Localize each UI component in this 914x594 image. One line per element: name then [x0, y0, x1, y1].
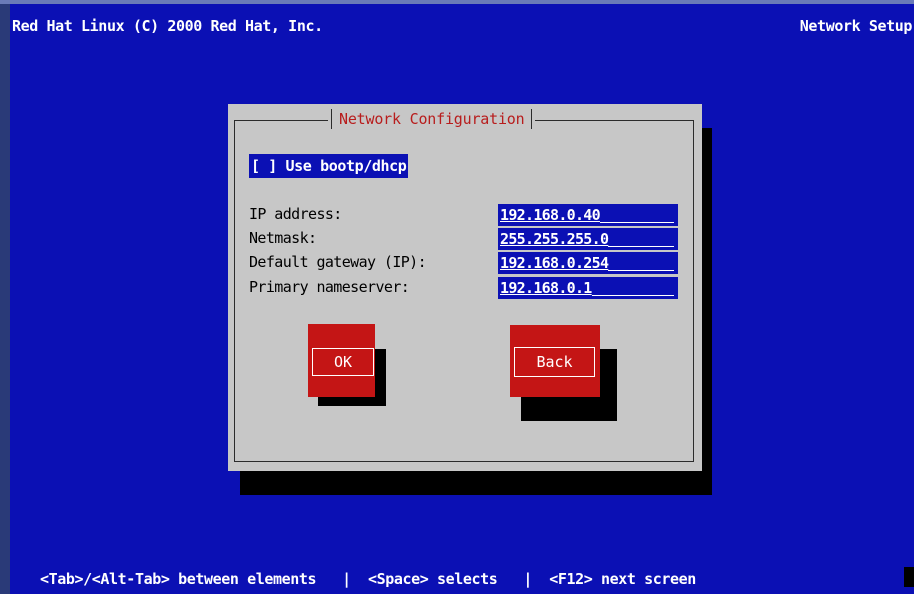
ok-button-label: OK	[333, 353, 353, 371]
primary-nameserver-field[interactable]: 192.168.0.1	[498, 277, 678, 299]
primary-nameserver-label: Primary nameserver:	[249, 278, 410, 296]
screen-title: Network Setup	[799, 17, 913, 35]
ip-address-field[interactable]: 192.168.0.40	[498, 204, 678, 226]
text-mode-screen: Red Hat Linux (C) 2000 Red Hat, Inc. Net…	[0, 0, 914, 594]
netmask-value: 255.255.255.0	[500, 230, 609, 248]
ip-address-label: IP address:	[249, 205, 342, 223]
ip-address-value: 192.168.0.40	[500, 206, 601, 224]
ok-button-focus-frame: OK	[312, 348, 374, 376]
checkbox-label: Use bootp/dhcp	[285, 157, 407, 175]
copyright-header: Red Hat Linux (C) 2000 Red Hat, Inc.	[12, 17, 323, 35]
ok-button[interactable]: OK	[308, 324, 375, 397]
top-edge-line	[0, 0, 914, 4]
network-configuration-dialog: Network Configuration [ ] Use bootp/dhcp…	[228, 104, 702, 471]
left-edge-strip	[0, 0, 10, 594]
title-right-bar	[531, 109, 533, 129]
back-button-label: Back	[536, 353, 573, 371]
default-gateway-value: 192.168.0.254	[500, 254, 609, 272]
back-button-frame: Back	[514, 347, 595, 377]
netmask-field[interactable]: 255.255.255.0	[498, 228, 678, 250]
netmask-underline	[608, 245, 674, 247]
netmask-label: Netmask:	[249, 229, 317, 247]
default-gateway-underline	[608, 269, 674, 271]
checkbox-gap	[277, 157, 286, 175]
dialog-title: Network Configuration	[339, 110, 525, 128]
ip-address-underline	[599, 221, 674, 223]
default-gateway-field[interactable]: 192.168.0.254	[498, 252, 678, 274]
text-cursor	[904, 567, 914, 587]
primary-nameserver-value: 192.168.0.1	[500, 279, 592, 297]
default-gateway-label: Default gateway (IP):	[249, 253, 427, 271]
primary-nameserver-underline	[591, 294, 674, 296]
help-line: <Tab>/<Alt-Tab> between elements | <Spac…	[40, 570, 696, 588]
dialog-title-box: Network Configuration	[328, 104, 536, 134]
back-button[interactable]: Back	[510, 325, 600, 397]
checkbox-mark: [ ]	[251, 157, 277, 175]
bootp-dhcp-checkbox[interactable]: [ ] Use bootp/dhcp	[249, 154, 409, 178]
